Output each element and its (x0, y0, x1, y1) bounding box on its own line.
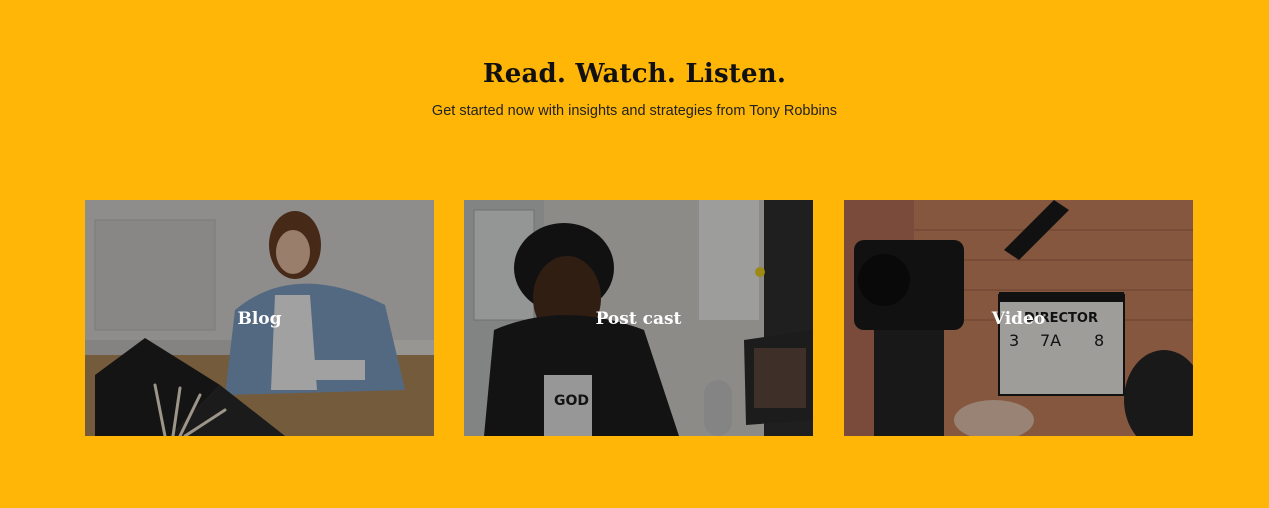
video-card-label: Video (991, 309, 1046, 329)
blog-card-label: Blog (237, 309, 282, 329)
section-subtitle: Get started now with insights and strate… (431, 103, 838, 119)
video-card[interactable]: DIRECTOR 3 7A 8 Video (844, 200, 1193, 436)
section-title: Read. Watch. Listen. (482, 59, 787, 89)
podcast-card[interactable]: GOD Post cast (464, 200, 813, 436)
podcast-card-label: Post cast (595, 309, 682, 329)
blog-card[interactable]: Blog (85, 200, 434, 436)
